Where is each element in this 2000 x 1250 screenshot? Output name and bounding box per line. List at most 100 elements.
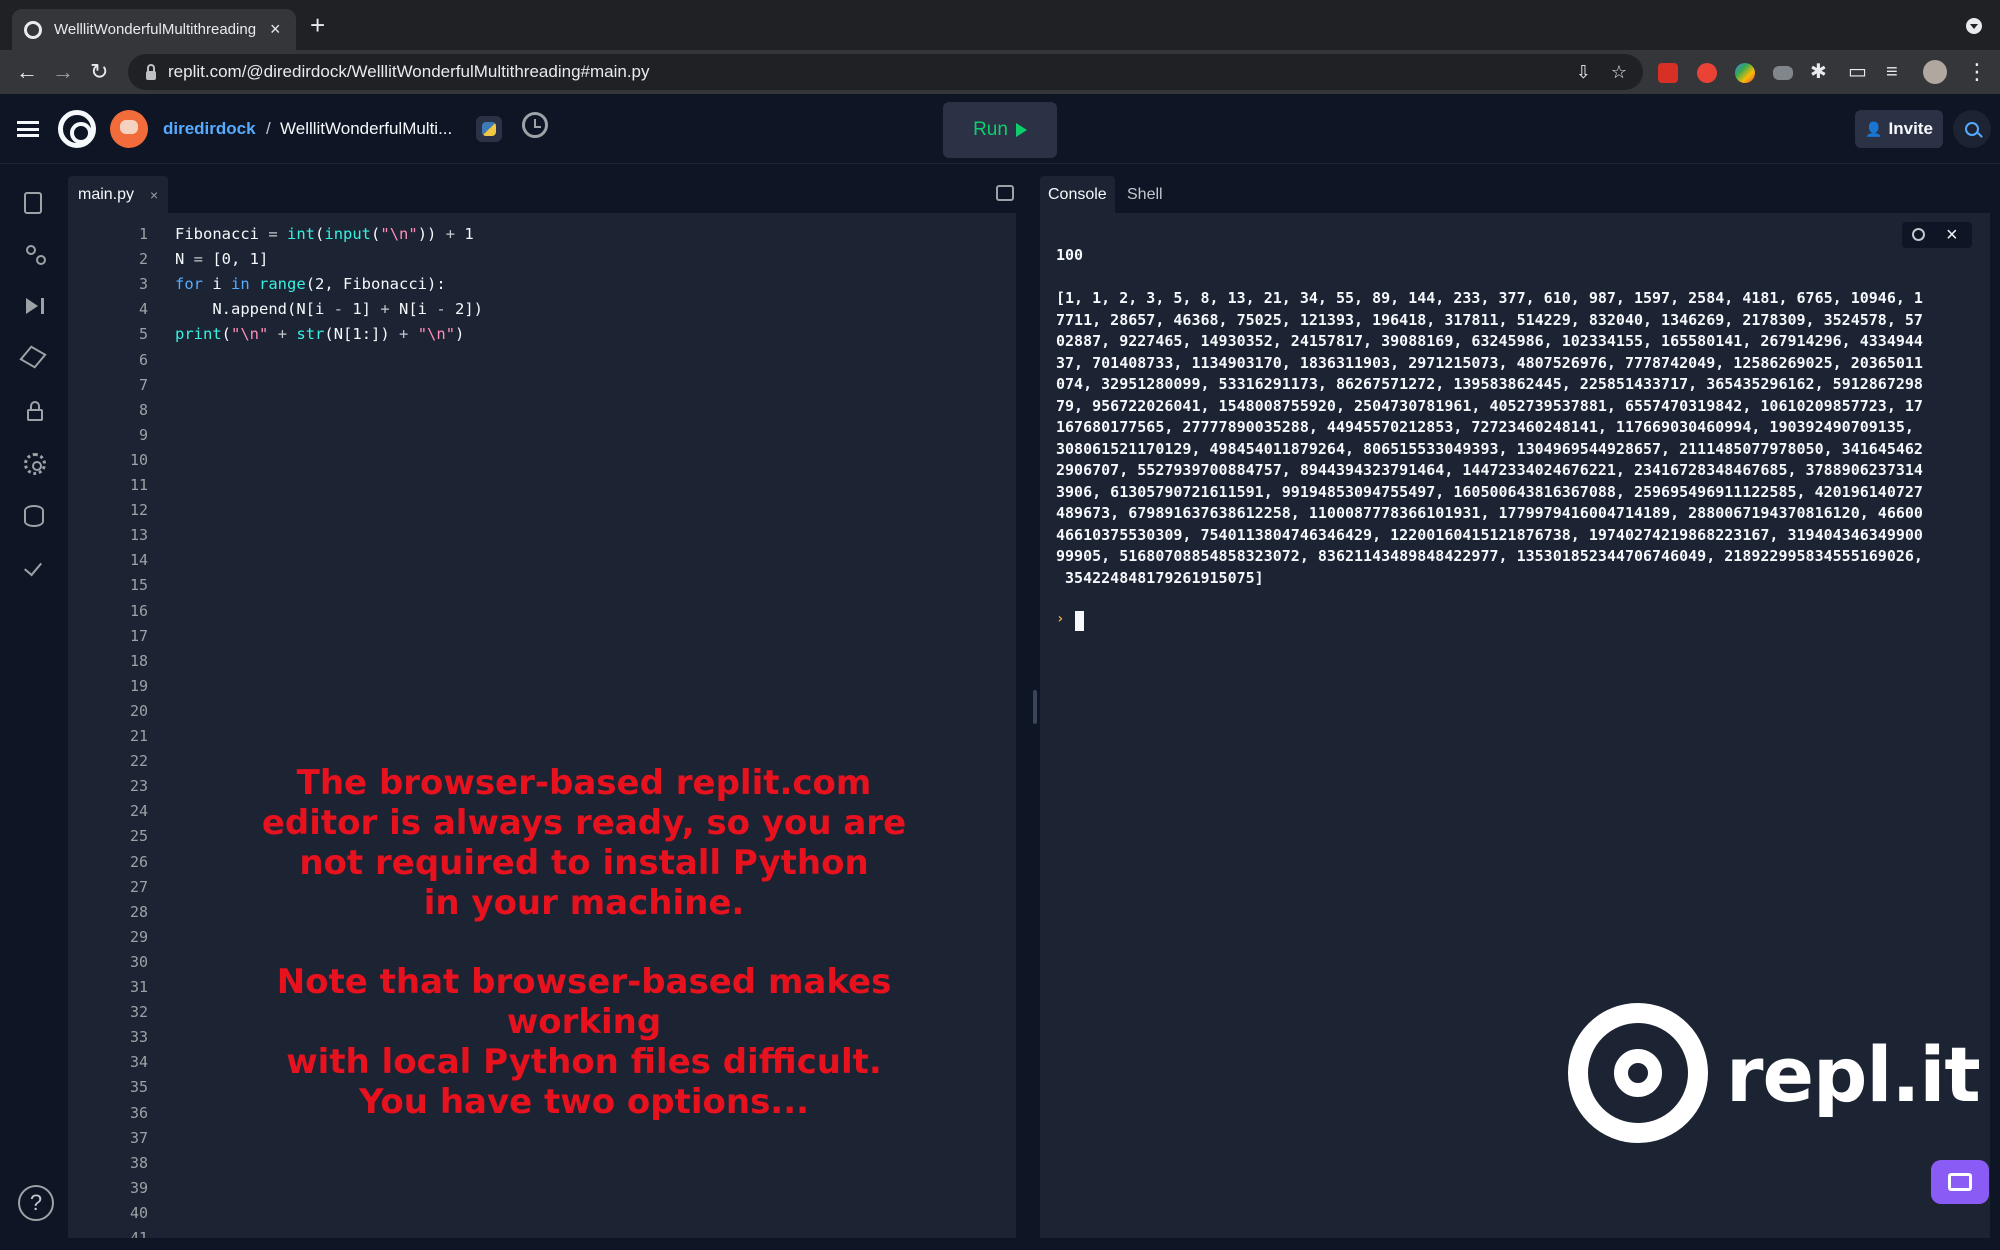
line-number: 24	[129, 802, 148, 821]
console-search-icon[interactable]	[1912, 228, 1925, 241]
invite-button[interactable]: 👤 Invite	[1855, 110, 1943, 148]
line-number: 13	[129, 526, 148, 545]
replit-logo-icon[interactable]	[58, 110, 96, 148]
replit-watermark-logo-icon	[1568, 1003, 1708, 1143]
browser-tab-title: WelllitWonderfulMultithreading	[54, 21, 257, 38]
console-output-line: 37, 701408733, 1134903170, 1836311903, 2…	[1056, 353, 1923, 372]
profile-avatar-icon[interactable]	[1923, 60, 1947, 84]
history-icon[interactable]	[522, 112, 548, 138]
line-number: 38	[129, 1153, 148, 1172]
console-output-line: 02887, 9227465, 14930352, 24157817, 3908…	[1056, 332, 1923, 350]
line-number: 17	[129, 626, 148, 645]
version-control-icon[interactable]	[24, 243, 46, 265]
line-number: 28	[129, 902, 148, 921]
username-link[interactable]: diredirdock	[163, 119, 256, 139]
python-language-icon[interactable]	[476, 116, 502, 142]
line-number: 25	[129, 827, 148, 846]
browser-toolbar: ← → ↻ replit.com/@diredirdock/WelllitWon…	[0, 50, 2000, 94]
console-output-line: 79, 956722026041, 1548008755920, 2504730…	[1056, 396, 1923, 415]
line-number: 2	[138, 250, 148, 269]
debugger-icon[interactable]	[24, 295, 46, 317]
browser-tab[interactable]: WelllitWonderfulMultithreading ×	[12, 9, 296, 50]
console-prompt-icon: ›	[1056, 611, 1065, 627]
annotation-paragraph-2: Note that browser-based makes working wi…	[200, 962, 968, 1122]
pane-resize-handle[interactable]	[1033, 690, 1037, 724]
bottom-edge	[0, 1238, 2000, 1250]
play-icon	[1015, 123, 1027, 137]
line-number: 14	[129, 551, 148, 570]
feedback-chat-button[interactable]	[1931, 1160, 1989, 1204]
new-tab-button[interactable]: +	[310, 12, 325, 38]
settings-gear-icon[interactable]	[24, 453, 46, 475]
console-output-line: 2906707, 5527939700884757, 8944394323791…	[1056, 461, 1923, 479]
help-icon[interactable]: ?	[18, 1185, 54, 1221]
user-avatar[interactable]	[110, 110, 148, 148]
console-cursor[interactable]	[1075, 611, 1084, 631]
line-number: 1	[138, 225, 148, 243]
line-number: 33	[129, 1028, 148, 1047]
console-tab-bar: Console Shell	[1040, 165, 1990, 213]
database-icon[interactable]	[24, 505, 44, 527]
run-button[interactable]: Run	[943, 102, 1057, 158]
tab-shell[interactable]: Shell	[1119, 176, 1171, 213]
console-output-line: 354224848179261915075]	[1056, 568, 1264, 587]
annotation-line: The browser-based replit.com	[296, 763, 872, 803]
annotation-line: You have two options...	[358, 1082, 810, 1122]
lock-icon	[146, 63, 156, 80]
tab-console[interactable]: Console	[1040, 176, 1115, 213]
replit-favicon-icon	[24, 20, 42, 39]
console-output-line: 7711, 28657, 46368, 75025, 121393, 19641…	[1056, 310, 1923, 329]
secrets-lock-icon[interactable]	[24, 400, 46, 422]
browser-tab-strip: WelllitWonderfulMultithreading × +	[0, 0, 2000, 50]
line-number: 23	[129, 777, 148, 796]
line-number: 32	[129, 1003, 148, 1022]
tab-search-icon[interactable]	[1966, 18, 1982, 34]
back-arrow-icon[interactable]: ←	[16, 58, 38, 86]
extension-lastpass-icon[interactable]	[1658, 63, 1678, 83]
packages-icon[interactable]	[19, 345, 47, 369]
console-output: 100 [1, 1, 2, 3, 5, 8, 13, 21, 34, 55, 89…	[1056, 245, 1971, 589]
annotation-line: Note that browser-based makes working	[276, 962, 892, 1042]
extensions-puzzle-icon[interactable]: ✱	[1810, 58, 1827, 86]
line-number: 9	[138, 425, 148, 444]
file-tab-label: main.py	[78, 185, 135, 203]
console-input-echo: 100	[1056, 246, 1084, 264]
line-number: 11	[129, 476, 148, 494]
repl-name[interactable]: WelllitWonderfulMulti...	[280, 119, 452, 139]
address-bar[interactable]: replit.com/@diredirdock/WelllitWonderful…	[128, 54, 1643, 90]
add-person-icon: 👤	[1865, 120, 1883, 137]
files-icon[interactable]	[24, 192, 42, 214]
line-number: 6	[138, 350, 148, 369]
replit-header: diredirdock / WelllitWonderfulMulti... R…	[0, 94, 2000, 164]
unit-tests-check-icon[interactable]	[24, 557, 46, 579]
bookmark-star-icon[interactable]: ☆	[1611, 62, 1627, 83]
console-output-line: 489673, 679891637638612258, 110008777836…	[1056, 504, 1923, 522]
line-number: 16	[129, 601, 148, 620]
code-line: N.append(N[i - 1] + N[i - 2])	[175, 300, 483, 318]
line-number: 20	[129, 701, 148, 720]
file-tab-close-icon[interactable]: ×	[150, 187, 158, 203]
line-number: 40	[129, 1203, 148, 1222]
line-number: 36	[129, 1103, 148, 1122]
tab-close-icon[interactable]: ×	[270, 19, 281, 40]
left-sidebar: ?	[0, 165, 68, 1250]
media-queue-icon[interactable]: ≡	[1886, 58, 1898, 86]
browser-menu-icon[interactable]: ⋮	[1966, 58, 1988, 86]
console-output-line: 074, 32951280099, 53316291173, 862675712…	[1056, 375, 1923, 393]
search-button[interactable]	[1953, 110, 1991, 148]
hamburger-menu-icon[interactable]	[17, 121, 39, 137]
install-icon[interactable]: ⇩	[1576, 62, 1591, 83]
console-output-line: 308061521170129, 498454011879264, 806515…	[1056, 439, 1923, 458]
forward-arrow-icon[interactable]: →	[52, 58, 74, 86]
extension-color-icon[interactable]	[1735, 63, 1755, 83]
code-line: Fibonacci = int(input("\n")) + 1	[175, 225, 474, 243]
cast-icon[interactable]: ▭	[1848, 58, 1867, 86]
extension-toggle-icon[interactable]	[1773, 66, 1793, 80]
console-output-line: 99905, 51680708854858323072, 83621143489…	[1056, 547, 1923, 565]
line-number: 18	[129, 651, 148, 670]
reload-icon[interactable]: ↻	[90, 58, 108, 86]
editor-options-icon[interactable]	[996, 185, 1014, 201]
file-tab-main-py[interactable]: main.py ×	[68, 176, 169, 213]
extension-adblock-icon[interactable]	[1697, 63, 1717, 83]
editor-scrollbar[interactable]	[1016, 213, 1028, 1238]
